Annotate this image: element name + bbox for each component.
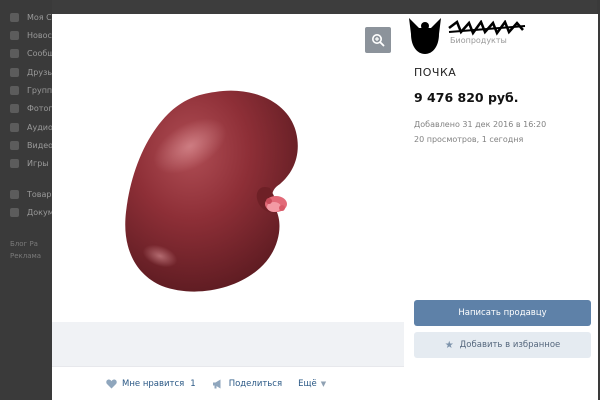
news-icon (10, 30, 19, 40)
product-details-panel: Биопродукты ПОЧКА 9 476 820 руб. Добавле… (404, 14, 598, 400)
sidebar-item-music: Аудиозаписи (10, 120, 52, 134)
music-icon (10, 122, 19, 132)
home-icon (10, 12, 19, 22)
groups-icon (10, 85, 19, 95)
sidebar-item-friends: Друзья (10, 65, 52, 79)
sidebar-item-video: Видеозаписи (10, 138, 52, 152)
like-button[interactable]: Мне нравится 1 (106, 379, 196, 389)
video-icon (10, 140, 19, 150)
like-count: 1 (190, 378, 196, 389)
sidebar-item-my-page: Моя Стр (10, 10, 52, 24)
like-label: Мне нравится (122, 378, 185, 389)
goods-icon (10, 189, 19, 199)
friends-icon (10, 67, 19, 77)
heart-icon (106, 379, 117, 388)
post-actions-bar: Мне нравится 1 Поделиться Ещё ▼ (52, 366, 404, 400)
sidebar-item-news: Новости (10, 28, 52, 42)
zoom-button[interactable] (365, 27, 391, 53)
sidebar-item-photos: Фотографии (10, 101, 52, 115)
product-price: 9 476 820 руб. (414, 90, 519, 105)
zoom-in-icon (372, 34, 385, 47)
more-label: Ещё (298, 378, 317, 389)
add-favorite-button[interactable]: ★ Добавить в избранное (414, 332, 591, 358)
product-views: 20 просмотров, 1 сегодня (414, 135, 524, 144)
sidebar-item-messages: Сообщения (10, 46, 52, 60)
sidebar-footer-ads: Реклама (10, 252, 42, 260)
write-seller-label: Написать продавцу (458, 308, 547, 318)
sidebar-item-goods: Товары (10, 187, 52, 201)
megaphone-icon (212, 379, 221, 388)
product-photo-kidney[interactable] (120, 86, 320, 302)
product-modal: Мне нравится 1 Поделиться Ещё ▼ Биопроду… (52, 14, 598, 400)
messages-icon (10, 48, 19, 58)
docs-icon (10, 207, 19, 217)
sidebar-footer-links: Блог Ра (10, 240, 38, 248)
more-dropdown[interactable]: Ещё ▼ (298, 379, 326, 389)
photos-icon (10, 103, 19, 113)
product-title: ПОЧКА (414, 66, 457, 79)
product-image-area (52, 14, 404, 366)
seller-name[interactable]: Биопродукты (450, 36, 507, 45)
share-label: Поделиться (228, 378, 283, 389)
star-icon: ★ (444, 339, 454, 351)
share-button[interactable]: Поделиться (212, 379, 282, 389)
seller-block[interactable]: Биопродукты (405, 16, 526, 56)
redacted-seller-name (448, 20, 526, 36)
games-icon (10, 158, 19, 168)
sidebar-item-games: Игры (10, 156, 52, 170)
add-favorite-label: Добавить в избранное (459, 340, 561, 350)
seller-avatar[interactable] (405, 16, 445, 56)
product-added-date: Добавлено 31 дек 2016 в 16:20 (414, 120, 547, 129)
background-sidebar: Моя Стр Новости Сообщения Друзья Группы … (0, 0, 52, 400)
sidebar-item-docs: Документы (10, 205, 52, 219)
sidebar-item-groups: Группы (10, 83, 52, 97)
write-seller-button[interactable]: Написать продавцу (414, 300, 591, 326)
chevron-down-icon: ▼ (320, 379, 327, 388)
